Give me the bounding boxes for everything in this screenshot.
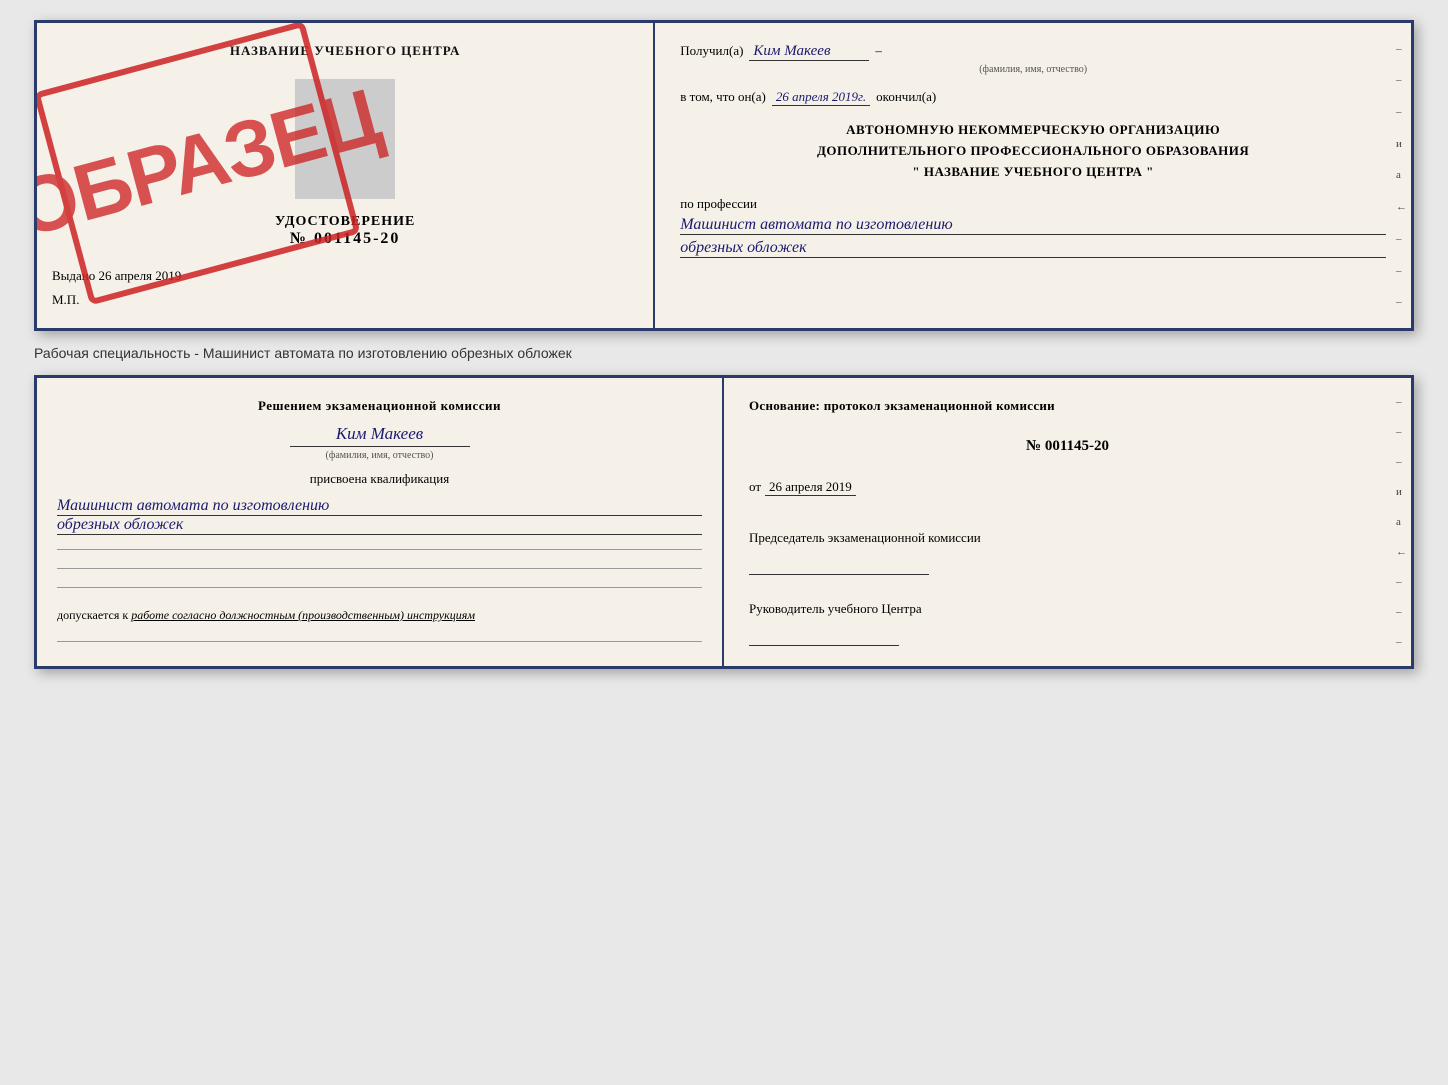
kvalif-block: Машинист автомата по изготовлению обрезн…: [57, 497, 702, 535]
bsm-9: –: [1396, 636, 1407, 648]
cert-bottom-right: Основание: протокол экзаменационной коми…: [724, 378, 1411, 666]
bsm-4: и: [1396, 486, 1407, 498]
bsm-8: –: [1396, 606, 1407, 618]
side-mark-7: –: [1396, 233, 1407, 245]
bottom-certificate-spread: Решением экзаменационной комиссии Ким Ма…: [34, 375, 1414, 669]
fio-value-top: Ким Макеев: [749, 43, 869, 61]
cert-top-left: НАЗВАНИЕ УЧЕБНОГО ЦЕНТРА УДОСТОВЕРЕНИЕ №…: [37, 23, 655, 328]
poluchil-row: Получил(а) Ким Макеев –: [680, 43, 1386, 61]
protocol-number: № 001145-20: [749, 438, 1386, 455]
bsm-7: –: [1396, 576, 1407, 588]
dopusk-value: работе согласно должностным (производств…: [131, 608, 475, 622]
okonchil-label: окончил(а): [876, 89, 936, 105]
bsm-5: а: [1396, 516, 1407, 528]
specialty-caption: Рабочая специальность - Машинист автомат…: [34, 339, 1414, 367]
top-certificate-spread: НАЗВАНИЕ УЧЕБНОГО ЦЕНТРА УДОСТОВЕРЕНИЕ №…: [34, 20, 1414, 331]
osnovaniye-label: Основание: протокол экзаменационной коми…: [749, 398, 1055, 413]
separator-3: [57, 587, 702, 588]
bsm-6: ←: [1396, 546, 1407, 558]
dopuskaetsya-block: допускается к работе согласно должностны…: [57, 608, 702, 623]
bsm-2: –: [1396, 426, 1407, 438]
kvalif-line1: Машинист автомата по изготовлению: [57, 497, 702, 516]
separator-1: [57, 549, 702, 550]
resheniem-label: Решением экзаменационной комиссии: [57, 398, 702, 414]
resheniem-block: Решением экзаменационной комиссии: [57, 398, 702, 414]
vydano-line: Выдано 26 апреля 2019: [52, 248, 638, 284]
org-line1: АВТОНОМНУЮ НЕКОММЕРЧЕСКУЮ ОРГАНИЗАЦИЮ: [680, 120, 1386, 141]
profession-line2: обрезных обложек: [680, 239, 1386, 258]
bsm-1: –: [1396, 396, 1407, 408]
mp-line: М.П.: [52, 292, 638, 308]
predsedatel-block: Председатель экзаменационной комиссии: [749, 530, 1386, 575]
side-mark-3: –: [1396, 106, 1407, 118]
side-mark-8: –: [1396, 265, 1407, 277]
side-mark-6: ←: [1396, 201, 1407, 213]
separator-2: [57, 568, 702, 569]
photo-placeholder: [295, 79, 395, 199]
side-mark-1: –: [1396, 43, 1407, 55]
org-line2: ДОПОЛНИТЕЛЬНОГО ПРОФЕССИОНАЛЬНОГО ОБРАЗО…: [680, 141, 1386, 162]
udostoverenie-number: № 001145-20: [52, 230, 638, 248]
cert-school-title: НАЗВАНИЕ УЧЕБНОГО ЦЕНТРА: [52, 43, 638, 59]
bottom-fio-block: Ким Макеев (фамилия, имя, отчество): [57, 424, 702, 461]
protocol-date-prefix: от: [749, 479, 761, 495]
rukovoditel-block: Руководитель учебного Центра: [749, 601, 1386, 646]
protocol-date-row: от 26 апреля 2019: [749, 479, 1386, 496]
rukovoditel-label: Руководитель учебного Центра: [749, 601, 1386, 617]
document-container: НАЗВАНИЕ УЧЕБНОГО ЦЕНТРА УДОСТОВЕРЕНИЕ №…: [34, 20, 1414, 669]
right-side-marks: – – – и а ← – – –: [1396, 23, 1407, 328]
fio-hint-top: (фамилия, имя, отчество): [680, 64, 1386, 75]
udostoverenie-label: УДОСТОВЕРЕНИЕ: [52, 214, 638, 230]
osnovaniye-block: Основание: протокол экзаменационной коми…: [749, 398, 1386, 414]
prisvoena-label: присвоена квалификация: [57, 471, 702, 487]
poluchil-label: Получил(а): [680, 43, 743, 59]
kvalif-line2: обрезных обложек: [57, 516, 702, 535]
separator-bottom: [57, 641, 702, 642]
side-mark-2: –: [1396, 74, 1407, 86]
bsm-3: –: [1396, 456, 1407, 468]
cert-bottom-left: Решением экзаменационной комиссии Ким Ма…: [37, 378, 724, 666]
org-block: АВТОНОМНУЮ НЕКОММЕРЧЕСКУЮ ОРГАНИЗАЦИЮ ДО…: [680, 120, 1386, 182]
vtom-label: в том, что он(а): [680, 89, 766, 105]
cert-top-right: Получил(а) Ким Макеев – (фамилия, имя, о…: [655, 23, 1411, 328]
dopuskaetsya-label: допускается к: [57, 608, 128, 622]
profession-line1: Машинист автомата по изготовлению: [680, 216, 1386, 235]
bottom-fio-value: Ким Макеев: [336, 424, 423, 444]
side-mark-5: а: [1396, 169, 1407, 181]
bottom-right-side-marks: – – – и а ← – – –: [1396, 378, 1407, 666]
predsedatel-label: Председатель экзаменационной комиссии: [749, 530, 1386, 546]
side-mark-4: и: [1396, 138, 1407, 150]
vtom-row: в том, что он(а) 26 апреля 2019г. окончи…: [680, 89, 1386, 106]
po-professii-block: по профессии Машинист автомата по изгото…: [680, 196, 1386, 258]
date-value: 26 апреля 2019г.: [772, 89, 870, 106]
bottom-fio-hint: (фамилия, имя, отчество): [326, 450, 434, 461]
side-mark-9: –: [1396, 296, 1407, 308]
org-name: " НАЗВАНИЕ УЧЕБНОГО ЦЕНТРА ": [680, 162, 1386, 183]
po-professii-label: по профессии: [680, 196, 1386, 212]
protocol-date-value: 26 апреля 2019: [765, 479, 856, 496]
udostoverenie-block: УДОСТОВЕРЕНИЕ № 001145-20: [52, 214, 638, 248]
